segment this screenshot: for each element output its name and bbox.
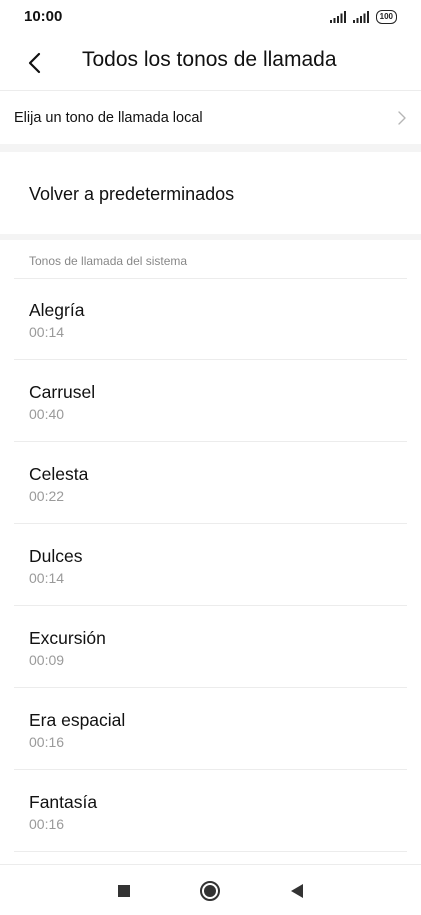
ringtone-duration: 00:16 [29,734,65,750]
reset-to-default-row[interactable]: Volver a predeterminados [0,152,421,234]
status-time: 10:00 [24,8,63,25]
ringtone-item[interactable]: Dulces 00:14 [0,524,421,606]
circle-icon [200,881,220,901]
ringtone-name: Alegría [29,300,85,320]
signal-2-icon [352,11,369,23]
square-icon [118,885,130,897]
app-header: Todos los tonos de llamada [0,34,421,90]
page-title: Todos los tonos de llamada [82,48,337,71]
ringtone-duration: 00:22 [29,488,65,504]
nav-back-button[interactable] [285,879,309,903]
battery-icon: 100 [375,10,397,24]
system-nav-bar [0,864,421,915]
ringtone-item[interactable]: Era espacial 00:16 [0,688,421,770]
triangle-back-icon [291,884,303,898]
ringtone-name: Era espacial [29,710,126,730]
section-gap [0,144,421,152]
ringtone-item[interactable]: Fantasía 00:16 [0,770,421,852]
status-icons: 100 [329,10,397,24]
ringtone-duration: 00:14 [29,570,65,586]
ringtone-duration: 00:16 [29,816,65,832]
status-bar: 10:00 100 [0,0,421,34]
choose-local-ringtone-row[interactable]: Elija un tono de llamada local [0,92,421,144]
ringtone-list: Alegría 00:14 Carrusel 00:40 Celesta 00:… [0,278,421,852]
ringtone-item[interactable]: Alegría 00:14 [0,278,421,360]
ringtone-duration: 00:14 [29,324,65,340]
back-arrow-icon [28,52,41,74]
ringtone-duration: 00:40 [29,406,65,422]
ringtone-item[interactable]: Carrusel 00:40 [0,360,421,442]
ringtone-duration: 00:09 [29,652,65,668]
home-button[interactable] [198,879,222,903]
system-ringtones-header: Tonos de llamada del sistema [29,254,188,268]
ringtone-item[interactable]: Celesta 00:22 [0,442,421,524]
reset-to-default-label: Volver a predeterminados [29,184,235,204]
ringtone-item[interactable]: Excursión 00:09 [0,606,421,688]
ringtone-name: Fantasía [29,792,98,812]
ringtone-name: Celesta [29,464,89,484]
ringtone-name: Dulces [29,546,83,566]
choose-local-ringtone-label: Elija un tono de llamada local [14,110,203,126]
header-divider [0,90,421,91]
ringtone-name: Carrusel [29,382,96,402]
chevron-right-icon [398,111,406,125]
section-gap [0,234,421,240]
recent-apps-button[interactable] [112,879,136,903]
back-button[interactable] [18,47,50,79]
ringtone-name: Excursión [29,628,106,648]
signal-1-icon [329,11,346,23]
